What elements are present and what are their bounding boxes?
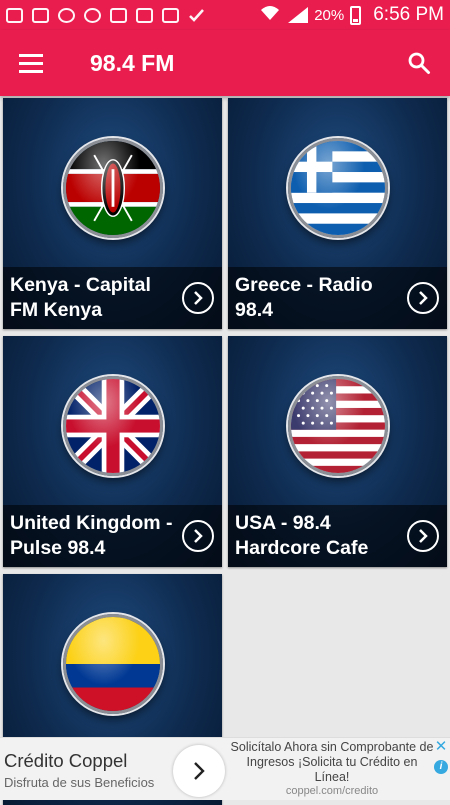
app-title: 98.4 FM — [90, 49, 175, 76]
ad-info-icon[interactable]: i — [434, 760, 448, 774]
station-card-greece[interactable]: Greece - Radio 98.4 — [228, 98, 447, 329]
signal-icon — [286, 7, 309, 23]
station-name: Kenya - Capital FM Kenya — [10, 274, 151, 321]
chevron-right-icon[interactable] — [182, 520, 214, 552]
station-label-bar: USA - 98.4 Hardcore Cafe — [228, 505, 447, 567]
station-label-bar: Greece - Radio 98.4 — [228, 267, 447, 329]
status-bar: 20% 6:56 PM — [0, 0, 450, 30]
colombia-flag-icon — [63, 614, 163, 714]
sync-icon — [58, 7, 75, 23]
app-bar: 98.4 FM — [0, 30, 450, 96]
shield-icon — [84, 7, 101, 23]
phone-alert-icon — [32, 7, 49, 23]
uk-flag-icon — [63, 376, 163, 476]
ad-description: Solicítalo Ahora sin Comprobante de Ingr… — [230, 740, 434, 784]
station-card-usa[interactable]: USA - 98.4 Hardcore Cafe — [228, 336, 447, 567]
battery-percent: 20% — [314, 6, 345, 24]
battery-icon — [350, 5, 362, 25]
station-label-bar: United Kingdom - Pulse 98.4 — [3, 505, 222, 567]
ad-url[interactable]: coppel.com/credito — [229, 785, 435, 797]
hamburger-menu-icon[interactable] — [0, 30, 62, 96]
ad-close-icon[interactable]: ✕ — [434, 739, 448, 754]
greece-flag-icon — [288, 138, 388, 238]
chevron-right-icon[interactable] — [407, 520, 439, 552]
message-icon — [6, 7, 23, 23]
youtube-icon — [162, 7, 179, 23]
station-card-uk[interactable]: United Kingdom - Pulse 98.4 — [3, 336, 222, 567]
chevron-right-icon[interactable] — [407, 282, 439, 314]
station-label-bar: Kenya - Capital FM Kenya — [3, 267, 222, 329]
ad-open-button[interactable] — [173, 745, 225, 797]
check-icon — [188, 8, 205, 23]
ad-title: Crédito Coppel — [4, 750, 128, 771]
chevron-right-icon[interactable] — [182, 282, 214, 314]
station-card-kenya[interactable]: Kenya - Capital FM Kenya — [3, 98, 222, 329]
kenya-flag-icon — [63, 138, 163, 238]
image-icon — [110, 7, 127, 23]
station-name: United Kingdom - Pulse 98.4 — [10, 512, 173, 559]
search-icon[interactable] — [388, 30, 450, 96]
usa-flag-icon — [288, 376, 388, 476]
status-time: 6:56 PM — [373, 4, 444, 25]
ad-banner[interactable]: Crédito Coppel Disfruta de sus Beneficio… — [0, 737, 450, 800]
wifi-icon — [260, 5, 280, 26]
mail-icon — [136, 7, 153, 23]
ad-subtitle: Disfruta de sus Beneficios — [4, 775, 155, 790]
chevron-right-icon — [194, 762, 205, 780]
station-name: USA - 98.4 Hardcore Cafe — [235, 512, 369, 559]
station-name: Greece - Radio 98.4 — [235, 274, 373, 321]
